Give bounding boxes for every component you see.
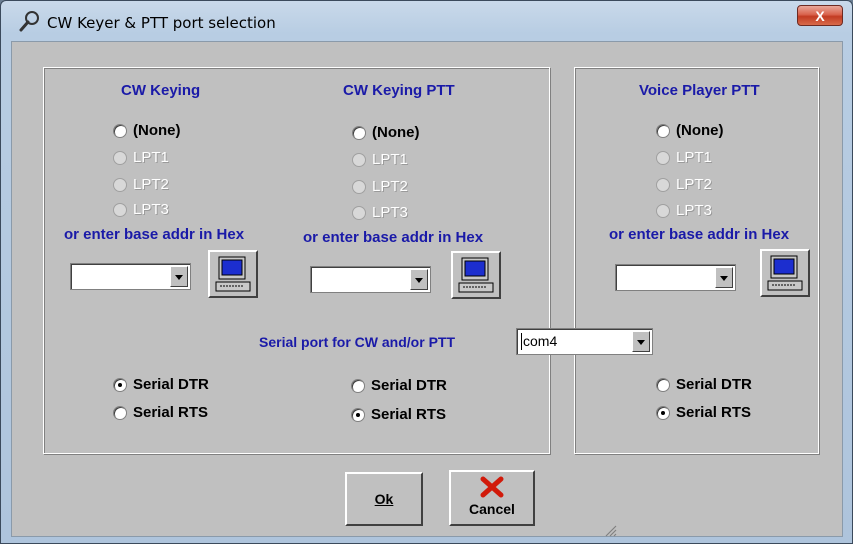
radio-label: LPT3: [676, 202, 712, 219]
radio-circle: [656, 405, 670, 420]
cw-keying-serial-rts-radio[interactable]: Serial RTS: [113, 404, 208, 421]
radio-circle: [656, 203, 670, 218]
radio-label: LPT3: [133, 201, 169, 218]
voice-player-ptt-computer-button[interactable]: [760, 249, 810, 297]
ok-label: Ok: [374, 491, 394, 507]
voice-player-ptt-hex-combo[interactable]: [615, 264, 736, 291]
voice-player-ptt-lpt1-radio: LPT1: [656, 149, 712, 166]
serial-port-label: Serial port for CW and/or PTT: [259, 334, 456, 350]
cw-keying-ptt-serial-rts-radio[interactable]: Serial RTS: [351, 406, 446, 423]
radio-circle: [113, 377, 127, 392]
radio-circle: [352, 205, 366, 220]
cw-keying-serial-dtr-radio[interactable]: Serial DTR: [113, 376, 209, 393]
wrench-icon: [19, 11, 39, 32]
radio-label: LPT2: [133, 176, 169, 193]
chevron-down-icon[interactable]: [715, 267, 733, 288]
radio-circle: [351, 407, 365, 422]
radio-label: LPT1: [676, 149, 712, 166]
red-x-icon: [480, 476, 504, 498]
cw-keying-hex-label: or enter base addr in Hex: [64, 226, 245, 243]
radio-circle: [113, 150, 127, 165]
resize-grip-icon[interactable]: [602, 522, 618, 538]
chevron-down-icon[interactable]: [632, 331, 650, 352]
dialog-window: CW Keyer & PTT port selection X CW Keyin…: [0, 0, 853, 544]
radio-label: Serial RTS: [133, 404, 209, 421]
cw-keying-lpt2-radio: LPT2: [113, 176, 169, 193]
cw-keying-header: CW Keying: [121, 82, 201, 99]
dialog-client-area: CW Keying (None) LPT1 LPT2 LPT3 or enter…: [11, 41, 843, 537]
computer-icon: [767, 255, 803, 291]
radio-label: LPT2: [372, 178, 408, 195]
cw-keying-none-radio[interactable]: (None): [113, 122, 181, 139]
radio-label: (None): [133, 122, 181, 139]
chevron-down-icon[interactable]: [410, 269, 428, 290]
radio-circle: [113, 177, 127, 192]
radio-circle: [113, 202, 127, 217]
cw-keying-ptt-computer-button[interactable]: [451, 251, 501, 299]
radio-label: Serial DTR: [371, 377, 447, 394]
cw-keying-computer-button[interactable]: [208, 250, 258, 298]
radio-circle: [352, 152, 366, 167]
radio-label: LPT1: [133, 149, 169, 166]
voice-player-ptt-header: Voice Player PTT: [639, 82, 760, 99]
cw-keying-ptt-lpt3-radio: LPT3: [352, 204, 408, 221]
cancel-button[interactable]: Cancel: [449, 470, 535, 526]
cw-keying-hex-combo[interactable]: [70, 263, 191, 290]
radio-circle: [656, 377, 670, 392]
radio-label: LPT2: [676, 176, 712, 193]
cw-keying-ptt-serial-dtr-radio[interactable]: Serial DTR: [351, 377, 447, 394]
cw-keying-ptt-hex-label: or enter base addr in Hex: [303, 229, 484, 246]
voice-player-ptt-serial-rts-radio[interactable]: Serial RTS: [656, 404, 751, 421]
radio-label: Serial DTR: [133, 376, 209, 393]
voice-player-ptt-lpt2-radio: LPT2: [656, 176, 712, 193]
window-title: CW Keyer & PTT port selection: [47, 14, 276, 32]
radio-circle: [656, 177, 670, 192]
close-button[interactable]: X: [797, 5, 843, 26]
voice-player-ptt-hex-label: or enter base addr in Hex: [609, 226, 790, 243]
text-caret: [521, 333, 522, 350]
radio-label: LPT3: [372, 204, 408, 221]
radio-circle: [351, 378, 365, 393]
radio-label: (None): [372, 124, 420, 141]
chevron-down-icon[interactable]: [170, 266, 188, 287]
cw-keying-ptt-lpt1-radio: LPT1: [352, 151, 408, 168]
voice-player-ptt-none-radio[interactable]: (None): [656, 122, 724, 139]
computer-icon: [458, 257, 494, 293]
voice-player-ptt-lpt3-radio: LPT3: [656, 202, 712, 219]
cw-keying-ptt-none-radio[interactable]: (None): [352, 124, 420, 141]
radio-label: Serial RTS: [676, 404, 752, 421]
radio-label: Serial RTS: [371, 406, 447, 423]
radio-circle: [656, 123, 670, 138]
cw-keying-ptt-hex-combo[interactable]: [310, 266, 431, 293]
computer-icon: [215, 256, 251, 292]
voice-player-ptt-serial-dtr-radio[interactable]: Serial DTR: [656, 376, 752, 393]
cw-keying-ptt-header: CW Keying PTT: [343, 82, 455, 99]
ok-button[interactable]: Ok: [345, 472, 423, 526]
title-bar[interactable]: CW Keyer & PTT port selection X: [1, 1, 852, 41]
serial-port-combo[interactable]: com4: [516, 328, 653, 355]
radio-circle: [113, 123, 127, 138]
cw-keying-lpt3-radio: LPT3: [113, 201, 169, 218]
cw-keying-ptt-lpt2-radio: LPT2: [352, 178, 408, 195]
cancel-label: Cancel: [469, 501, 515, 517]
combo-value: com4: [523, 333, 558, 349]
radio-circle: [352, 179, 366, 194]
radio-label: Serial DTR: [676, 376, 752, 393]
cw-keying-lpt1-radio: LPT1: [113, 149, 169, 166]
radio-circle: [113, 405, 127, 420]
radio-circle: [352, 125, 366, 140]
radio-circle: [656, 150, 670, 165]
radio-label: LPT1: [372, 151, 408, 168]
radio-label: (None): [676, 122, 724, 139]
